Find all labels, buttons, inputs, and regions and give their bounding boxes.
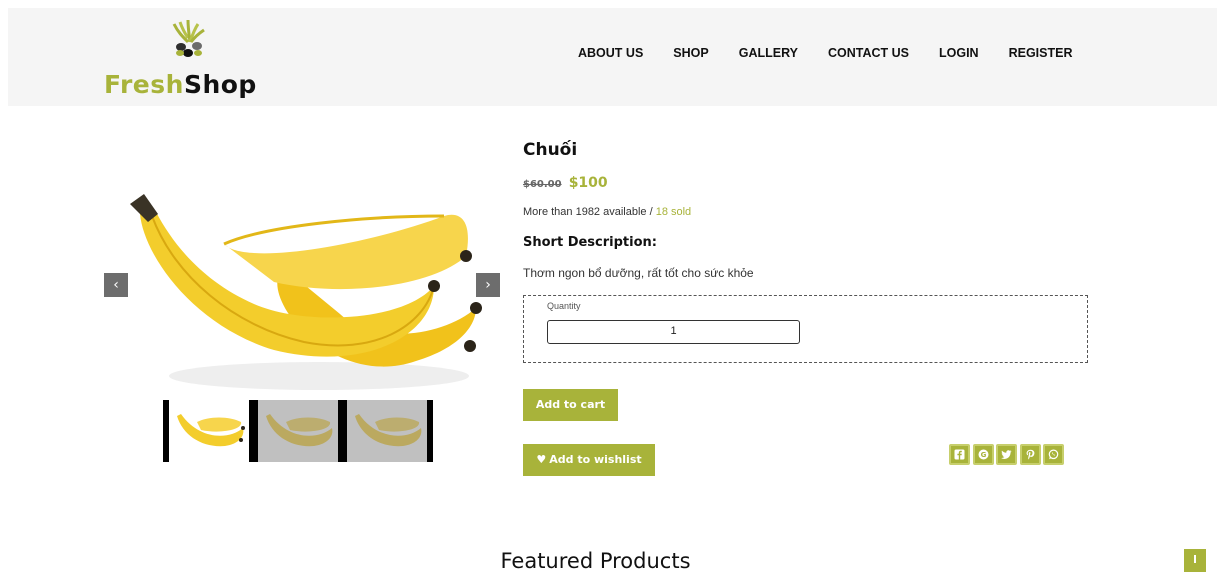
google-plus-icon: G [978, 449, 988, 460]
whatsapp-share-button[interactable] [1043, 444, 1064, 465]
quantity-box: Quantity 1 [523, 295, 1088, 363]
quantity-input[interactable]: 1 [547, 320, 800, 344]
logo-text-shop: Shop [183, 70, 257, 99]
chevron-left-icon: ‹ [113, 277, 119, 293]
svg-text:G: G [980, 451, 986, 459]
pinterest-share-button[interactable] [1019, 444, 1041, 465]
nav-register[interactable]: REGISTER [1009, 46, 1073, 60]
share-buttons: G [949, 444, 1067, 465]
featured-products-title: Featured Products [500, 549, 691, 572]
back-to-top-button[interactable] [1184, 549, 1206, 572]
product-price: $60.00 $100 [523, 172, 608, 191]
olive-branch-icon [172, 20, 205, 57]
pinterest-icon [1026, 449, 1034, 460]
carousel-prev-button[interactable]: ‹ [104, 273, 128, 297]
logo-text-fresh: Fresh [104, 70, 184, 99]
chevron-right-icon: › [485, 277, 491, 293]
twitter-icon [1001, 450, 1012, 459]
thumbnail-3[interactable] [341, 400, 433, 462]
short-description-heading: Short Description: [523, 235, 657, 250]
main-nav: ABOUT US SHOP GALLERY CONTACT US LOGIN R… [578, 46, 1103, 60]
thumbnail-2[interactable] [252, 400, 344, 462]
carousel-next-button[interactable]: › [476, 273, 500, 297]
logo[interactable]: FreshShop [104, 18, 274, 102]
arrow-up-icon [1194, 555, 1196, 563]
short-description-text: Thơm ngon bổ dưỡng, rất tốt cho sức khỏe [523, 266, 754, 280]
facebook-share-button[interactable] [949, 444, 970, 465]
twitter-share-button[interactable] [996, 444, 1017, 465]
old-price: $60.00 [523, 179, 562, 190]
facebook-icon [954, 449, 965, 460]
thumbnail-strip [163, 400, 433, 462]
heart-icon: ♥ [536, 453, 547, 466]
whatsapp-icon [1048, 449, 1059, 460]
quantity-label: Quantity [547, 301, 581, 311]
thumbnail-1[interactable] [163, 400, 255, 462]
add-to-cart-button[interactable]: Add to cart [523, 389, 618, 421]
nav-shop[interactable]: SHOP [673, 46, 708, 60]
site-header: FreshShop ABOUT US SHOP GALLERY CONTACT … [8, 8, 1217, 106]
google-plus-share-button[interactable]: G [972, 444, 994, 465]
add-to-wishlist-button[interactable]: ♥ Add to wishlist [523, 444, 655, 476]
nav-login[interactable]: LOGIN [939, 46, 979, 60]
featured-products-heading: Featured Products [0, 549, 1217, 572]
stock-info: More than 1982 available / 18 sold [523, 206, 691, 218]
stock-available: More than 1982 available / [523, 206, 656, 218]
current-price: $100 [568, 175, 608, 191]
logo-text: FreshShop [104, 70, 257, 99]
nav-contact-us[interactable]: CONTACT US [828, 46, 909, 60]
sold-count: 18 sold [655, 206, 692, 218]
nav-about-us[interactable]: ABOUT US [578, 46, 643, 60]
add-to-wishlist-label: Add to wishlist [549, 453, 642, 466]
nav-gallery[interactable]: GALLERY [739, 46, 798, 60]
product-main-image [130, 194, 482, 390]
product-title: Chuối [523, 140, 578, 160]
